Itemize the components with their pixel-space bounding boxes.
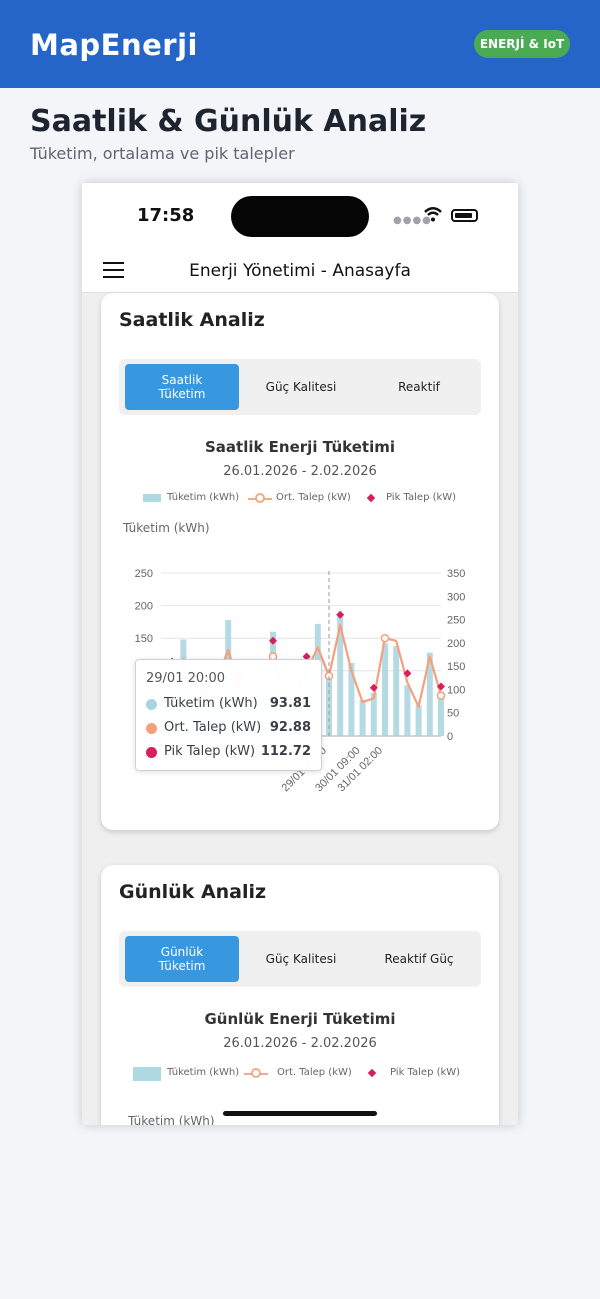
- consumption-dot-icon: [146, 699, 157, 710]
- average-demand-point: [436, 691, 446, 700]
- legend-peak-demand[interactable]: Pik Talep (kW): [386, 492, 456, 503]
- daily-legend-peak-demand[interactable]: Pik Talep (kW): [390, 1067, 460, 1078]
- y2-tick-label: 350: [447, 568, 465, 580]
- peak-demand-dot-icon: [146, 747, 157, 758]
- daily-peak-demand-legend-marker: [367, 1068, 377, 1078]
- wifi-icon: [424, 207, 442, 222]
- daily-legend-consumption[interactable]: Tüketim (kWh): [167, 1067, 239, 1078]
- tooltip-row-consumption: Tüketim (kWh) 93.81: [146, 695, 311, 713]
- daily-segmented-control: Günlük Tüketim Güç Kalitesi Reaktif Güç: [119, 931, 481, 987]
- daily-avg-demand-legend-marker: [251, 1068, 261, 1078]
- consumption-bar: [359, 700, 366, 736]
- hourly-y-axis-title: Tüketim (kWh): [123, 521, 210, 535]
- tab-daily-power-quality[interactable]: Güç Kalitesi: [243, 936, 359, 982]
- home-indicator: [223, 1111, 377, 1116]
- y-tick-label: 250: [135, 568, 153, 580]
- page-title: Saatlik & Günlük Analiz: [30, 104, 427, 139]
- y-tick-label: 150: [135, 633, 153, 645]
- hourly-date-range: 26.01.2026 - 2.02.2026: [223, 464, 377, 479]
- tooltip-value: 93.81: [269, 696, 311, 711]
- app-header: MapEnerji ENERJİ & IoT: [0, 0, 600, 88]
- daily-consumption-legend-swatch: [133, 1067, 161, 1081]
- consumption-bar: [393, 646, 400, 736]
- tab-daily-reactive-power[interactable]: Reaktif Güç: [363, 936, 475, 982]
- brand-logo: MapEnerji: [30, 28, 198, 62]
- status-time: 17:58: [137, 205, 195, 226]
- dynamic-island: [231, 196, 369, 237]
- tooltip-value: 112.72: [260, 744, 311, 759]
- consumption-legend-swatch: [143, 494, 161, 502]
- legend-consumption[interactable]: Tüketim (kWh): [167, 492, 239, 503]
- avg-demand-legend-marker: [255, 493, 265, 503]
- daily-y-axis-title: Tüketim (kWh): [128, 1114, 215, 1125]
- y-tick-label: 200: [135, 601, 153, 613]
- tab-power-quality[interactable]: Güç Kalitesi: [243, 364, 359, 410]
- phone-preview: 17:58 ●●●● Enerji Yönetimi - Anasayfa Sa…: [82, 183, 518, 1125]
- status-badge: ENERJİ & IoT: [474, 30, 570, 58]
- tooltip-row-average-demand: Ort. Talep (kW) 92.88: [146, 719, 311, 737]
- daily-date-range: 26.01.2026 - 2.02.2026: [223, 1036, 377, 1051]
- tooltip-label: Ort. Talep (kW): [164, 720, 262, 735]
- daily-legend-average-demand[interactable]: Ort. Talep (kW): [277, 1067, 352, 1078]
- tooltip-label: Tüketim (kWh): [164, 696, 258, 711]
- hourly-chart-title: Saatlik Enerji Tüketimi: [204, 438, 395, 456]
- daily-card-title: Günlük Analiz: [119, 881, 267, 903]
- y2-tick-label: 150: [447, 661, 465, 673]
- y2-tick-label: 200: [447, 638, 465, 650]
- tooltip-date: 29/01 20:00: [146, 671, 226, 686]
- y2-tick-label: 300: [447, 591, 465, 603]
- page-subtitle: Tüketim, ortalama ve pik talepler: [30, 144, 295, 163]
- tooltip-label: Pik Talep (kW): [164, 744, 256, 759]
- tab-hourly-consumption[interactable]: Saatlik Tüketim: [125, 364, 239, 410]
- average-demand-dot-icon: [146, 723, 157, 734]
- daily-chart-title: Günlük Enerji Tüketimi: [204, 1010, 396, 1028]
- tooltip-value: 92.88: [269, 720, 311, 735]
- consumption-bar: [382, 643, 388, 736]
- peak-demand-legend-marker: [366, 493, 376, 503]
- consumption-bar: [404, 685, 411, 736]
- y2-tick-label: 0: [447, 731, 453, 743]
- y2-tick-label: 250: [447, 615, 465, 627]
- nav-title: Enerji Yönetimi - Anasayfa: [189, 261, 411, 281]
- tab-daily-consumption[interactable]: Günlük Tüketim: [125, 936, 239, 982]
- consumption-bar: [415, 705, 422, 736]
- hourly-card-title: Saatlik Analiz: [119, 309, 265, 331]
- y2-tick-label: 50: [447, 708, 459, 720]
- chart-tooltip: 29/01 20:00 Tüketim (kWh) 93.81 Ort. Tal…: [135, 659, 322, 771]
- average-demand-point: [380, 633, 390, 643]
- hourly-analysis-card: Saatlik Analiz Saatlik Tüketim Güç Kalit…: [101, 293, 499, 830]
- battery-icon: [451, 209, 478, 222]
- tab-reactive[interactable]: Reaktif: [363, 364, 475, 410]
- legend-average-demand[interactable]: Ort. Talep (kW): [276, 492, 351, 503]
- daily-analysis-card: Günlük Analiz Günlük Tüketim Güç Kalites…: [101, 865, 499, 1125]
- phone-status-bar: 17:58 ●●●●: [82, 183, 518, 249]
- hourly-segmented-control: Saatlik Tüketim Güç Kalitesi Reaktif: [119, 359, 481, 415]
- phone-navbar: Enerji Yönetimi - Anasayfa: [82, 249, 518, 293]
- y2-tick-label: 100: [447, 684, 465, 696]
- daily-chart-legend: Tüketim (kWh) Ort. Talep (kW) Pik Talep …: [101, 1064, 499, 1084]
- hourly-chart-legend: Tüketim (kWh) Ort. Talep (kW) Pik Talep …: [101, 489, 499, 509]
- tooltip-row-peak-demand: Pik Talep (kW) 112.72: [146, 743, 311, 761]
